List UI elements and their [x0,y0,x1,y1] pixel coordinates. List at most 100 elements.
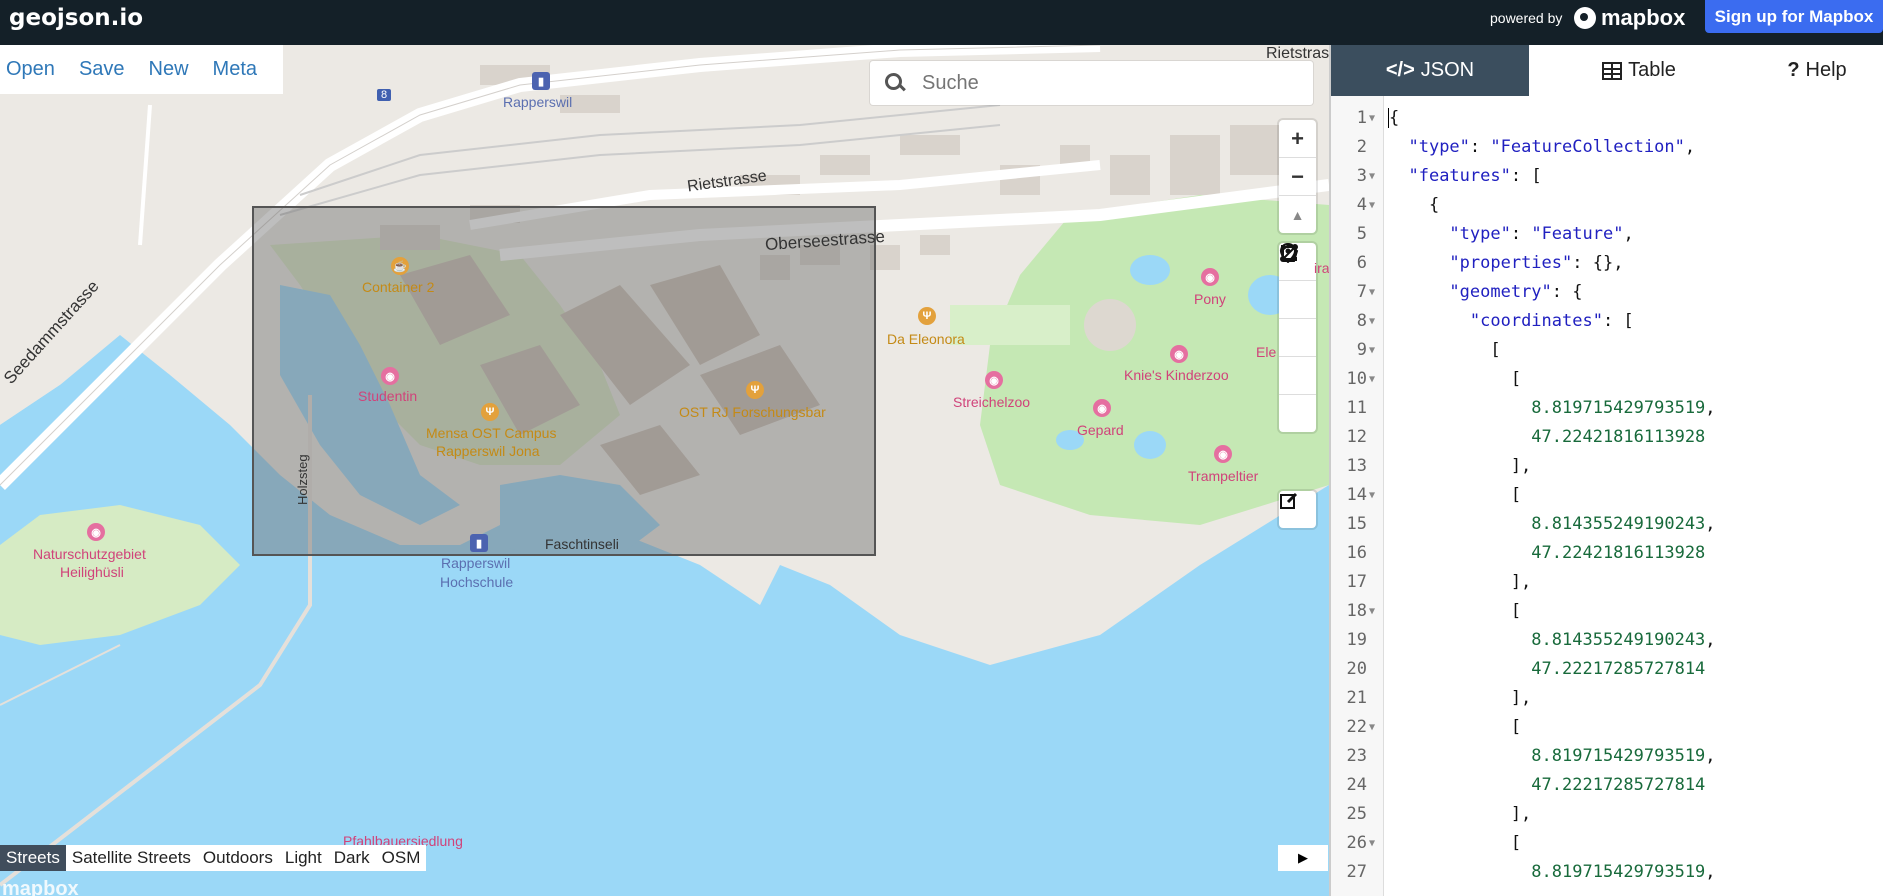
code-text: "type": "FeatureCollection", [1408,137,1696,157]
code-line[interactable]: 17 ], [1331,568,1883,597]
label-trampeltier: Trampeltier [1188,468,1259,484]
line-number: 6 [1356,253,1367,273]
fold-arrow-icon[interactable]: ▼ [1369,829,1375,858]
style-light[interactable]: Light [279,845,328,871]
code-text: 8.814355249190243, [1531,514,1716,534]
fold-arrow-icon[interactable]: ▼ [1369,307,1375,336]
code-line[interactable]: 9 ▼ [ [1331,336,1883,365]
code-line[interactable]: 4 ▼ { [1331,191,1883,220]
code-line[interactable]: 24 47.22217285727814 [1331,771,1883,800]
map-background [0,45,1329,887]
map-search[interactable] [870,61,1313,105]
edit-button[interactable] [1279,491,1316,528]
tab-table[interactable]: Table [1529,45,1749,96]
code-line[interactable]: 25 ], [1331,800,1883,829]
code-line[interactable]: 14 ▼ [ [1331,481,1883,510]
code-line[interactable]: 12 47.22421816113928 [1331,423,1883,452]
tab-help-label: Help [1805,59,1847,81]
signup-button[interactable]: Sign up for Mapbox [1705,0,1883,33]
code-line[interactable]: 3 ▼ "features": [ [1331,162,1883,191]
code-text: 47.22217285727814 [1531,775,1706,795]
save-menu-item[interactable]: Save [79,58,125,81]
label-hochschule-2: Hochschule [440,574,514,590]
code-line[interactable]: 22 ▼ [ [1331,713,1883,742]
circle-tool-button[interactable] [1279,245,1316,432]
rectangle-tool-button[interactable] [1279,245,1316,395]
style-dark[interactable]: Dark [328,845,376,871]
meta-menu-item[interactable]: Meta [213,58,257,81]
fold-arrow-icon[interactable]: ▼ [1369,336,1375,365]
tab-json-label: JSON [1420,59,1475,81]
label-studentin: Studentin [358,388,418,404]
fold-arrow-icon[interactable]: ▼ [1369,104,1375,133]
code-text: 8.819715429793519, [1531,398,1716,418]
line-number: 9 [1356,340,1367,360]
code-line[interactable]: 10 ▼ [ [1331,365,1883,394]
label-naturschutz-2: Heilighüsli [60,564,124,580]
style-outdoors[interactable]: Outdoors [197,845,279,871]
code-line[interactable]: 1 ▼ { [1331,104,1883,133]
zoom-in-button[interactable]: + [1279,120,1316,158]
fold-arrow-icon[interactable]: ▼ [1369,278,1375,307]
tab-table-label: Table [1628,59,1676,81]
json-editor[interactable]: 1 ▼{2 "type": "FeatureCollection", 3 ▼ "fea… [1331,96,1883,896]
new-menu-item[interactable]: New [149,58,189,81]
code-text: 47.22421816113928 [1531,543,1706,563]
compass-button[interactable]: ▲ [1279,196,1316,233]
open-menu-item[interactable]: Open [6,58,55,81]
tab-help[interactable]: ? Help [1749,45,1883,96]
code-line[interactable]: 23 8.819715429793519, [1331,742,1883,771]
code-line[interactable]: 2 "type": "FeatureCollection", [1331,133,1883,162]
line-number: 10 [1346,369,1367,389]
code-line[interactable]: 18 ▼ [ [1331,597,1883,626]
style-streets[interactable]: Streets [0,845,66,871]
code-line[interactable]: 7 ▼ "geometry": { [1331,278,1883,307]
style-satellite-streets[interactable]: Satellite Streets [66,845,197,871]
fold-arrow-icon[interactable]: ▼ [1369,713,1375,742]
code-line[interactable]: 20 47.22217285727814 [1331,655,1883,684]
map-canvas[interactable]: Open Save New Meta + − ▲ [0,45,1329,896]
fold-arrow-icon[interactable]: ▼ [1369,597,1375,626]
code-line[interactable]: 5 "type": "Feature", [1331,220,1883,249]
fold-arrow-icon[interactable]: ▼ [1369,481,1375,510]
train-station-icon: ▮ [532,72,550,90]
camera-icon: ◉ [87,523,105,541]
line-number: 1 [1356,108,1367,128]
code-text: [ [1388,833,1522,853]
fold-arrow-icon[interactable]: ▼ [1369,162,1375,191]
code-text: 8.819715429793519, [1531,746,1716,766]
draw-tools [1279,243,1316,432]
code-line[interactable]: 27 8.819715429793519, [1331,858,1883,887]
code-line[interactable]: 6 "properties": {}, [1331,249,1883,278]
polygon-tool-button[interactable] [1279,243,1316,357]
code-line[interactable]: 16 47.22421816113928 [1331,539,1883,568]
code-line[interactable]: 26 ▼ [ [1331,829,1883,858]
collapse-panel-button[interactable]: ▶ [1278,845,1328,871]
code-line[interactable]: 21 ], [1331,684,1883,713]
line-number: 22 [1346,717,1367,737]
label-mensa-2: Rapperswil Jona [436,443,540,459]
code-line[interactable]: 15 8.814355249190243, [1331,510,1883,539]
search-input[interactable] [920,70,1304,96]
style-osm[interactable]: OSM [376,845,427,871]
code-line[interactable]: 11 8.819715429793519, [1331,394,1883,423]
code-line[interactable]: 13 ], [1331,452,1883,481]
code-text: ], [1388,804,1532,824]
code-text: "geometry": { [1449,282,1583,302]
code-line[interactable]: 8 ▼ "coordinates": [ [1331,307,1883,336]
fold-arrow-icon[interactable]: ▼ [1369,365,1375,394]
app-logo[interactable]: geojson.io [9,5,143,31]
line-tool-button[interactable] [1279,244,1316,319]
fold-arrow-icon[interactable]: ▼ [1369,191,1375,220]
line-number: 18 [1346,601,1367,621]
camera-icon: ◉ [985,371,1003,389]
code-line[interactable]: 19 8.814355249190243, [1331,626,1883,655]
tab-json[interactable]: </> JSON [1331,45,1529,96]
question-icon: ? [1787,59,1800,81]
zoom-out-button[interactable]: − [1279,158,1316,196]
code-text: [ [1388,340,1501,360]
mapbox-brand[interactable]: mapbox [1574,5,1685,31]
restaurant-icon: Ψ [481,403,499,421]
code-text: [ [1388,369,1522,389]
top-bar: geojson.io powered by mapbox Sign up for… [0,0,1883,45]
